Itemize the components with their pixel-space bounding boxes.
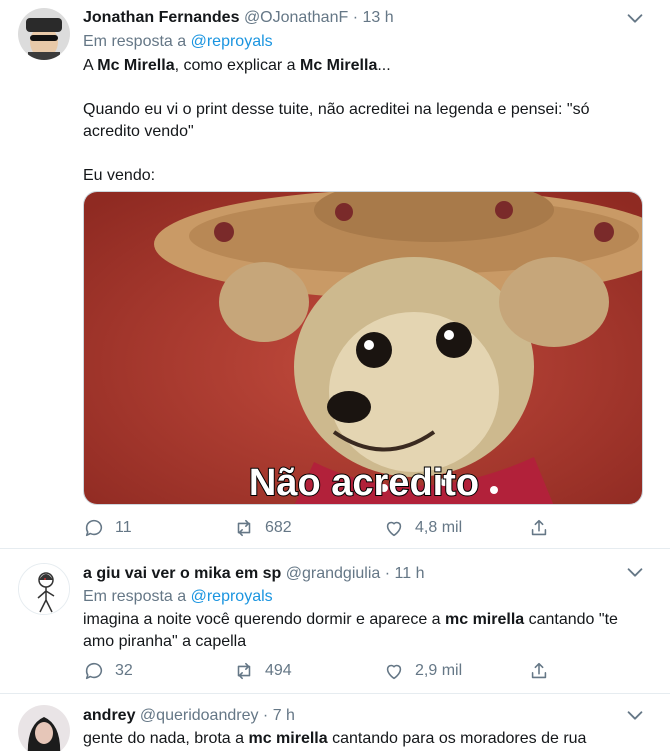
timestamp[interactable]: 7 h <box>273 707 295 724</box>
separator: · <box>262 707 269 724</box>
tweet-actions: 11 682 4,8 mil <box>83 516 563 540</box>
retweet-button[interactable]: 682 <box>233 516 292 540</box>
author-name[interactable]: Jonathan Fernandes <box>83 9 239 26</box>
avatar[interactable] <box>18 563 70 615</box>
tweet-header: a giu vai ver o mika em sp @grandgiulia … <box>83 564 424 584</box>
tweet[interactable]: Jonathan Fernandes @OJonathanF · 13 h Em… <box>0 0 670 548</box>
tweet-actions: 32 494 2,9 mil <box>83 659 563 683</box>
reply-count: 11 <box>115 519 132 536</box>
tweet-header: Jonathan Fernandes @OJonathanF · 13 h <box>83 8 394 28</box>
retweet-icon <box>237 519 251 537</box>
reply-icon <box>85 662 103 680</box>
avatar[interactable] <box>18 8 70 60</box>
author-handle[interactable]: @queridoandrey <box>140 707 259 724</box>
reply-count: 32 <box>115 662 133 679</box>
like-count: 4,8 mil <box>415 519 463 536</box>
reply-button[interactable]: 11 <box>83 516 132 540</box>
share-icon <box>531 519 547 536</box>
retweet-count: 494 <box>265 662 292 679</box>
like-button[interactable]: 4,8 mil <box>383 516 462 540</box>
retweet-icon <box>237 662 251 680</box>
tweet-media-image[interactable]: Não acredito <box>83 191 643 505</box>
author-handle[interactable]: @OJonathanF <box>244 9 348 26</box>
tweet[interactable]: a giu vai ver o mika em sp @grandgiulia … <box>0 549 670 693</box>
reply-button[interactable]: 32 <box>83 659 133 683</box>
reply-icon <box>85 519 103 537</box>
author-handle[interactable]: @grandgiulia <box>286 565 381 582</box>
author-name[interactable]: andrey <box>83 707 135 724</box>
tweet-text-line: A Mc Mirella, como explicar a Mc Mirella… <box>83 57 391 74</box>
chevron-down-icon[interactable] <box>624 704 646 726</box>
tweet-text: gente do nada, brota a mc mirella cantan… <box>83 730 587 747</box>
retweet-count: 682 <box>265 519 292 536</box>
like-icon <box>386 521 402 537</box>
reply-context: Em resposta a @reproyals <box>83 587 273 607</box>
tweet[interactable]: andrey @queridoandrey · 7 h gente do nad… <box>0 694 670 751</box>
reply-mention-link[interactable]: @reproyals <box>191 588 273 605</box>
avatar[interactable] <box>18 705 70 751</box>
reply-context: Em resposta a @reproyals <box>83 32 273 52</box>
tweet-text: imagina a noite você querendo dormir e a… <box>83 611 618 650</box>
tweet-text-line: Quando eu vi o print desse tuite, não ac… <box>83 101 590 140</box>
separator: · <box>352 9 359 26</box>
reply-prefix: Em resposta a <box>83 588 187 605</box>
tweet-text: A Mc Mirella, como explicar a Mc Mirella… <box>83 55 643 187</box>
meme-caption: Não acredito <box>249 462 479 504</box>
like-icon <box>386 664 402 680</box>
reply-mention-link[interactable]: @reproyals <box>191 33 273 50</box>
like-count: 2,9 mil <box>415 662 463 679</box>
author-name[interactable]: a giu vai ver o mika em sp <box>83 565 281 582</box>
separator: · <box>384 565 391 582</box>
tweet-text-line: Eu vendo: <box>83 167 156 184</box>
chevron-down-icon[interactable] <box>624 7 646 29</box>
chevron-down-icon[interactable] <box>624 561 646 583</box>
reply-prefix: Em resposta a <box>83 33 187 50</box>
share-button[interactable] <box>528 659 560 683</box>
timestamp[interactable]: 11 h <box>395 565 425 582</box>
retweet-button[interactable]: 494 <box>233 659 292 683</box>
timestamp[interactable]: 13 h <box>362 9 393 26</box>
like-button[interactable]: 2,9 mil <box>383 659 462 683</box>
share-button[interactable] <box>528 516 560 540</box>
tweet-header: andrey @queridoandrey · 7 h <box>83 706 295 726</box>
share-icon <box>531 662 547 679</box>
